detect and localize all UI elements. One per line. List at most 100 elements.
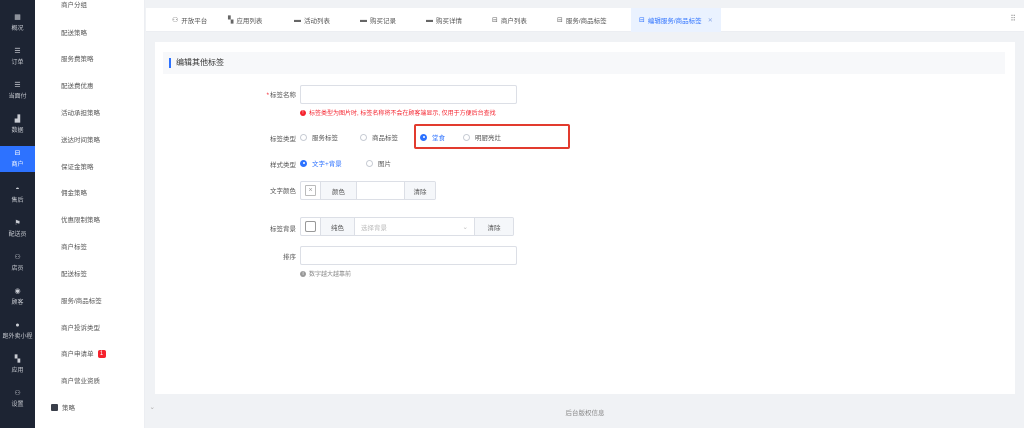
tag-type-label: 标签类型	[270, 136, 296, 143]
nav-rail: ▦ 概况 ☰ 订单 ☰ 当面付 ▟ 数据 ⊟ 商户 ◓ 售后 ⚑ 配送员 ⚇ 店员 ◉ 顾客 ● 跑…	[0, 0, 35, 428]
submenu-item[interactable]: 保证金策略	[61, 161, 94, 171]
users-icon: ⚇	[172, 17, 179, 24]
settings-user-icon: ⚇	[14, 390, 21, 397]
users-icon: ⚇	[14, 254, 21, 261]
tab-bar: ⚇ 开放平台 ▚ 应用列表 ▬ 活动列表 ▬ 购买记录 ▬ 购买详情 ⊟ 商户列表 ⊟ 服务/…	[146, 8, 1024, 32]
count-badge: 1	[97, 350, 106, 359]
info-icon: i	[300, 270, 306, 277]
swatch-box	[305, 221, 316, 232]
radio-circle	[300, 159, 307, 167]
tag-name-tip: ! 标签类型为图片时, 标签名称将不会在顾客端显示, 仅用于方便后台查找	[300, 108, 496, 117]
submenu-item[interactable]: 配送标签	[61, 268, 87, 278]
rail-item-data[interactable]: ▟ 数据	[0, 112, 35, 138]
radio-circle	[366, 159, 373, 167]
chevron-down-icon: ⌄	[462, 223, 468, 231]
grid-menu-icon[interactable]: ⠿	[1010, 14, 1016, 23]
list-icon: ☰	[14, 82, 21, 89]
warning-icon: !	[300, 109, 306, 116]
rail-item-apps[interactable]: ▚ 应用	[0, 352, 35, 378]
radio-service-tag[interactable]: 服务标签	[300, 132, 338, 142]
submenu-item[interactable]: 商户标签	[61, 241, 87, 251]
color-value-input[interactable]	[357, 182, 405, 199]
submenu-item[interactable]: 商户分组	[61, 0, 87, 9]
section-accent-bar	[169, 58, 171, 68]
rail-item-overview[interactable]: ▦ 概况	[0, 10, 35, 36]
tab-service-tags[interactable]: ⊟ 服务/商品标签	[557, 8, 607, 32]
tag-name-input[interactable]	[300, 85, 517, 104]
submenu-item[interactable]: 商户投诉类型	[61, 322, 100, 332]
rail-item-courier[interactable]: ⚑ 配送员	[0, 216, 35, 242]
text-color-label: 文字颜色	[270, 188, 296, 195]
clear-background-button[interactable]: 清除	[475, 218, 513, 235]
store-icon: ⊟	[14, 150, 21, 157]
style-type-label: 样式类型	[270, 162, 296, 169]
submenu-item[interactable]: 活动承担策略	[61, 107, 100, 117]
dashboard-icon: ▦	[14, 14, 21, 21]
tab-merchant-list[interactable]: ⊟ 商户列表	[492, 8, 527, 32]
submenu-item[interactable]: 佣金策略	[61, 187, 87, 197]
submenu-item-applications[interactable]: 商户申请单 1	[61, 348, 106, 359]
rail-item-settings[interactable]: ⚇ 设置	[0, 386, 35, 412]
color-swatch[interactable]: ×	[301, 182, 321, 199]
text-color-picker: × 颜色 清除	[300, 181, 436, 200]
background-swatch[interactable]	[301, 218, 321, 235]
rail-item-customers[interactable]: ◉ 顾客	[0, 284, 35, 310]
rail-item-mini-program[interactable]: ● 跑外卖小程	[0, 318, 35, 344]
store-icon: ⊟	[492, 17, 498, 24]
rail-item-staff[interactable]: ⚇ 店员	[0, 250, 35, 276]
tag-name-label: *标签名称	[266, 92, 296, 99]
apps-grid-icon: ▚	[228, 17, 234, 24]
annotation-highlight-box	[414, 124, 570, 149]
tab-app-list[interactable]: ▚ 应用列表	[228, 8, 262, 32]
submenu-item[interactable]: 服务费策略	[61, 53, 94, 63]
color-button[interactable]: 颜色	[321, 182, 357, 199]
rail-item-face-pay[interactable]: ☰ 当面付	[0, 78, 35, 104]
submenu-item[interactable]: 商户营业资质	[61, 375, 100, 385]
footer-copyright: 后台版权信息	[155, 400, 1015, 424]
courier-icon: ⚑	[14, 220, 21, 227]
submenu-item[interactable]: 配送策略	[61, 27, 87, 37]
background-select[interactable]: 选择背景 ⌄	[355, 218, 475, 235]
rail-item-orders[interactable]: ☰ 订单	[0, 44, 35, 70]
sort-label: 排序	[283, 254, 296, 261]
tag-background-label: 标签背景	[270, 226, 296, 233]
radio-circle	[360, 133, 367, 141]
submenu-group-strategy[interactable]: 策略 ⌄	[51, 402, 165, 412]
radio-circle	[300, 133, 307, 141]
sort-input[interactable]	[300, 246, 517, 265]
submenu-item[interactable]: 优惠限制策略	[61, 214, 100, 224]
rail-item-after-sales[interactable]: ◓ 售后	[0, 182, 35, 208]
card-icon: ▬	[426, 16, 433, 24]
tag-background-picker: 纯色 选择背景 ⌄ 清除	[300, 217, 514, 236]
section-header: 编辑其他标签	[163, 52, 1005, 74]
radio-image[interactable]: 图片	[366, 158, 391, 168]
tab-edit-service-tag[interactable]: ⊟ 编辑服务/商品标签 ✕	[631, 8, 721, 32]
required-mark: *	[266, 92, 269, 99]
empty-color-icon: ×	[305, 185, 316, 196]
apps-grid-icon: ▚	[14, 356, 21, 363]
headset-icon: ◓	[15, 186, 20, 193]
radio-text-background[interactable]: 文字+背景	[300, 158, 342, 168]
submenu-item[interactable]: 服务/商品标签	[61, 295, 102, 305]
user-circle-icon: ◉	[14, 288, 21, 295]
card-icon: ▬	[294, 16, 301, 24]
store-icon: ⊟	[639, 17, 645, 24]
tab-purchase-records[interactable]: ▬ 购买记录	[360, 8, 396, 32]
card-icon: ▬	[360, 16, 367, 24]
store-icon: ⊟	[557, 17, 563, 24]
strategy-icon	[51, 403, 58, 411]
merchant-submenu: 商户分组 配送策略 服务费策略 配送费优惠 活动承担策略 送达时间策略 保证金策…	[35, 0, 155, 428]
list-icon: ☰	[14, 48, 21, 55]
submenu-item[interactable]: 送达时间策略	[61, 134, 100, 144]
tab-purchase-details[interactable]: ▬ 购买详情	[426, 8, 462, 32]
radio-product-tag[interactable]: 商品标签	[360, 132, 398, 142]
rail-item-merchant[interactable]: ⊟ 商户	[0, 146, 35, 172]
clear-color-button[interactable]: 清除	[405, 182, 435, 199]
tab-activity-list[interactable]: ▬ 活动列表	[294, 8, 330, 32]
solid-color-button[interactable]: 纯色	[321, 218, 355, 235]
tab-open-platform[interactable]: ⚇ 开放平台	[172, 8, 207, 32]
submenu-item[interactable]: 配送费优惠	[61, 80, 94, 90]
sort-tip: i 数字越大越靠前	[300, 269, 351, 278]
close-icon[interactable]: ✕	[708, 17, 713, 24]
bar-chart-icon: ▟	[14, 116, 21, 123]
